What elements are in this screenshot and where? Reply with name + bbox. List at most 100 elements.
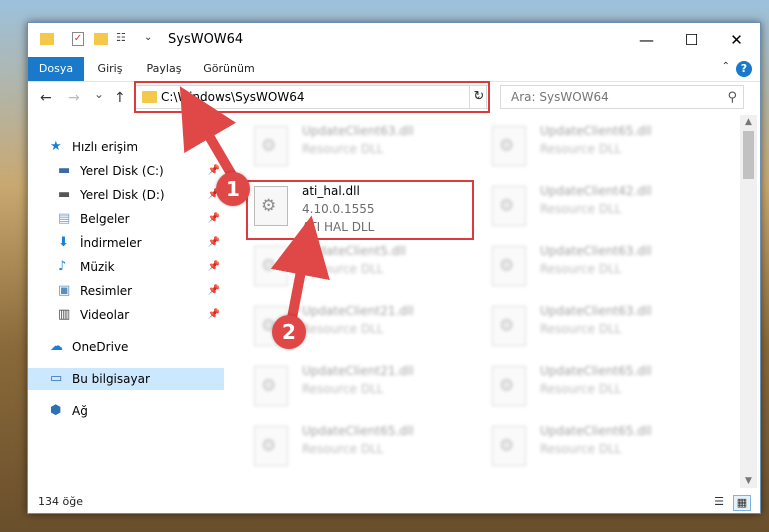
dll-file-icon [254, 366, 288, 406]
file-item[interactable]: UpdateClient65.dll Resource DLL [492, 362, 722, 418]
file-name: UpdateClient21.dll [302, 364, 414, 378]
dll-file-icon [254, 126, 288, 166]
collapse-ribbon-icon[interactable]: ⌃ [722, 61, 730, 72]
forward-button[interactable]: → [68, 90, 80, 106]
sidebar-item-label: Müzik [80, 260, 115, 274]
file-highlight-box [246, 180, 474, 240]
sidebar-item[interactable]: ▬ Yerel Disk (C:) 📌 [28, 160, 224, 182]
search-box[interactable]: ⚲ [500, 85, 744, 109]
ribbon-tabs: Dosya Giriş Paylaş Görünüm ⌃ ? [28, 57, 760, 82]
sidebar-item[interactable]: ☁ OneDrive [28, 336, 224, 358]
properties-icon[interactable]: ✓ [72, 32, 84, 46]
documents-icon: ▤ [58, 211, 71, 226]
sidebar-item-label: Yerel Disk (D:) [80, 188, 165, 202]
file-list: UpdateClient63.dllResource DLLUpdateClie… [228, 118, 738, 483]
pictures-icon: ▣ [58, 283, 71, 298]
file-description: Resource DLL [540, 142, 622, 156]
details-view-icon[interactable]: ☰ [711, 495, 727, 509]
tiles-view-icon[interactable]: ▦ [733, 495, 751, 511]
scroll-up-icon[interactable]: ▲ [740, 117, 757, 127]
drive-icon: ▬ [58, 187, 71, 202]
sidebar-item[interactable]: ★ Hızlı erişim [28, 136, 224, 158]
item-count: 134 öğe [38, 495, 83, 508]
drive-icon: ▬ [58, 163, 71, 178]
navigation-pane: ★ Hızlı erişim ▬ Yerel Disk (C:) 📌 ▬ Yerel Dis… [28, 118, 224, 488]
file-item[interactable]: UpdateClient5.dll Resource DLL [254, 242, 484, 298]
new-folder-icon[interactable] [94, 33, 108, 45]
tab-gorunum[interactable]: Görünüm [196, 57, 262, 81]
file-item[interactable]: UpdateClient42.dll Resource DLL [492, 182, 722, 238]
sidebar-item[interactable]: ▤ Belgeler 📌 [28, 208, 224, 230]
sidebar-item[interactable]: ▬ Yerel Disk (D:) 📌 [28, 184, 224, 206]
file-description: Resource DLL [302, 262, 384, 276]
file-name: UpdateClient65.dll [540, 364, 652, 378]
address-highlight-box [134, 81, 490, 113]
file-item[interactable]: UpdateClient65.dll Resource DLL [254, 422, 484, 478]
file-description: Resource DLL [540, 442, 622, 456]
file-item[interactable]: UpdateClient63.dll Resource DLL [492, 302, 722, 358]
tab-giris[interactable]: Giriş [86, 57, 134, 81]
dll-file-icon [492, 246, 526, 286]
file-description: Resource DLL [540, 202, 622, 216]
sidebar-item[interactable]: ▭ Bu bilgisayar [28, 368, 224, 390]
file-name: UpdateClient65.dll [302, 424, 414, 438]
search-icon[interactable]: ⚲ [727, 90, 737, 105]
cloud-icon: ☁ [50, 339, 63, 354]
minimize-button[interactable]: — [624, 23, 669, 57]
scrollbar-thumb[interactable] [743, 131, 754, 179]
back-button[interactable]: ← [40, 90, 52, 106]
sidebar-item[interactable]: ⬢ Ağ [28, 400, 224, 422]
file-name: UpdateClient63.dll [302, 124, 414, 138]
dll-file-icon [492, 186, 526, 226]
tab-paylas[interactable]: Paylaş [136, 57, 192, 81]
dll-file-icon [492, 126, 526, 166]
file-description: Resource DLL [302, 142, 384, 156]
file-description: Resource DLL [302, 322, 384, 336]
sidebar-item[interactable]: ♪ Müzik 📌 [28, 256, 224, 278]
sidebar-item-label: Resimler [80, 284, 133, 298]
help-icon[interactable]: ? [736, 61, 752, 77]
file-item[interactable]: UpdateClient65.dll Resource DLL [492, 422, 722, 478]
callout-1: 1 [216, 172, 250, 206]
file-description: Resource DLL [540, 262, 622, 276]
music-icon: ♪ [58, 259, 67, 274]
title-bar: ✓ ☷ ⌄ SysWOW64 — ☐ ✕ [28, 23, 760, 57]
maximize-button[interactable]: ☐ [669, 23, 714, 57]
file-item[interactable]: UpdateClient65.dll Resource DLL [492, 122, 722, 178]
window-title: SysWOW64 [168, 32, 244, 47]
file-description: Resource DLL [540, 322, 622, 336]
vertical-scrollbar[interactable]: ▲ ▼ [740, 115, 757, 488]
file-item[interactable]: UpdateClient21.dll Resource DLL [254, 362, 484, 418]
search-input[interactable] [509, 89, 713, 105]
file-item[interactable]: UpdateClient63.dll Resource DLL [492, 242, 722, 298]
file-description: Resource DLL [302, 382, 384, 396]
sidebar-item-label: Ağ [72, 404, 88, 418]
file-item[interactable]: UpdateClient63.dll Resource DLL [254, 122, 484, 178]
scroll-down-icon[interactable]: ▼ [740, 476, 757, 486]
pin-icon[interactable]: 📌 [208, 256, 220, 278]
pin-icon[interactable]: 📌 [208, 208, 220, 230]
sidebar-item-label: Yerel Disk (C:) [80, 164, 164, 178]
sidebar-item-label: Videolar [80, 308, 130, 322]
network-icon: ⬢ [50, 403, 62, 418]
sidebar-item-label: İndirmeler [80, 236, 142, 250]
dll-file-icon [492, 426, 526, 466]
up-button[interactable]: ↑ [114, 90, 126, 106]
recent-locations-button[interactable]: ⌄ [94, 87, 104, 101]
sidebar-item[interactable]: ▣ Resimler 📌 [28, 280, 224, 302]
dll-file-icon [254, 246, 288, 286]
pin-icon[interactable]: 📌 [208, 280, 220, 302]
view-options-icon[interactable]: ☷ [116, 32, 130, 44]
sidebar-item[interactable]: ⬇ İndirmeler 📌 [28, 232, 224, 254]
pin-icon[interactable]: 📌 [208, 304, 220, 326]
sidebar-item-label: Bu bilgisayar [72, 372, 150, 386]
download-icon: ⬇ [58, 235, 69, 250]
close-button[interactable]: ✕ [714, 23, 759, 57]
sidebar-item[interactable]: ▥ Videolar 📌 [28, 304, 224, 326]
tab-dosya[interactable]: Dosya [28, 57, 84, 81]
pin-icon[interactable]: 📌 [208, 232, 220, 254]
folder-icon [40, 33, 54, 45]
file-name: UpdateClient63.dll [540, 244, 652, 258]
callout-2: 2 [272, 315, 306, 349]
chevron-down-icon[interactable]: ⌄ [144, 32, 152, 43]
